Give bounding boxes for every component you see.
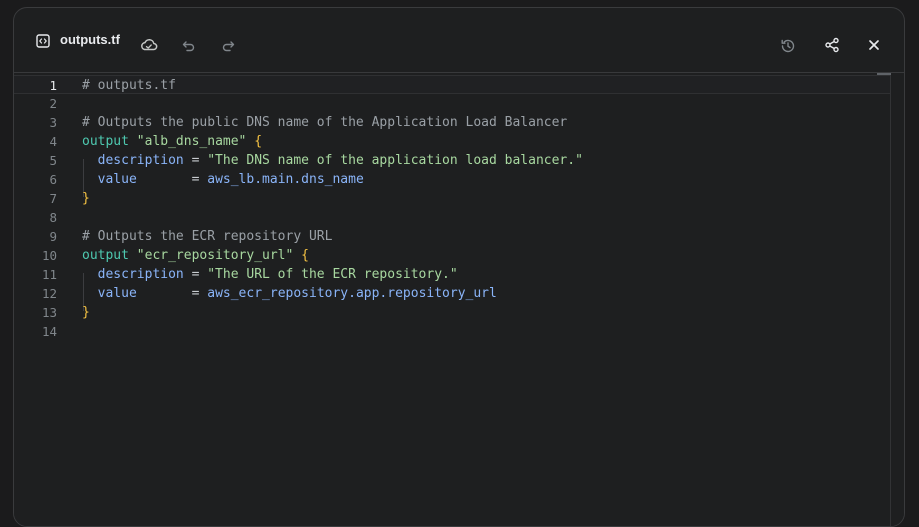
code-token-str: "The DNS name of the application load ba… bbox=[207, 153, 583, 168]
line-number: 8 bbox=[49, 210, 57, 225]
code-token-comment: # Outputs the public DNS name of the App… bbox=[82, 115, 568, 130]
code-token-brace: { bbox=[301, 248, 309, 263]
code-token-attr: description bbox=[97, 153, 184, 168]
code-line[interactable]: 7} bbox=[14, 189, 890, 208]
code-line[interactable]: 1 # outputs.tf bbox=[14, 75, 890, 94]
line-number: 5 bbox=[49, 153, 57, 168]
cloud-icon[interactable] bbox=[140, 38, 158, 56]
code-token-kw: output bbox=[82, 248, 129, 263]
share-icon[interactable] bbox=[824, 37, 842, 55]
line-number: 9 bbox=[49, 229, 57, 244]
code-editor[interactable]: 1 # outputs.tf 2 3 # Outputs the public DNS … bbox=[14, 72, 904, 526]
editor-toolbar: outputs.tf bbox=[14, 8, 904, 72]
code-token-op bbox=[129, 248, 137, 263]
code-editor-panel: outputs.tf 1 # outputs.tf 2 3 # Outputs … bbox=[13, 7, 905, 527]
undo-icon[interactable] bbox=[182, 39, 200, 57]
code-token-op: = bbox=[183, 153, 208, 168]
code-token-comment: # outputs.tf bbox=[82, 78, 176, 93]
code-token-comment: # Outputs the ECR repository URL bbox=[82, 229, 333, 244]
code-line[interactable]: 2 bbox=[14, 94, 890, 113]
code-line[interactable]: 13} bbox=[14, 303, 890, 322]
code-token-op bbox=[82, 172, 98, 187]
close-icon[interactable] bbox=[868, 39, 886, 57]
code-line[interactable]: 8 bbox=[14, 208, 890, 227]
code-line[interactable]: 12 value = aws_ecr_repository.app.reposi… bbox=[14, 284, 890, 303]
redo-icon[interactable] bbox=[221, 39, 239, 57]
code-token-op bbox=[82, 286, 98, 301]
code-text: output "ecr_repository_url" { bbox=[82, 246, 309, 265]
line-number: 4 bbox=[49, 134, 57, 149]
code-text: } bbox=[82, 189, 90, 208]
line-number: 12 bbox=[41, 286, 57, 301]
code-token-op bbox=[129, 134, 137, 149]
code-token-attr: description bbox=[97, 267, 184, 282]
line-number: 6 bbox=[49, 172, 57, 187]
code-token-op bbox=[82, 153, 98, 168]
line-number: 7 bbox=[49, 191, 57, 206]
code-file-icon bbox=[36, 34, 50, 48]
code-token-op: = bbox=[183, 267, 208, 282]
code-token-op: = bbox=[136, 286, 208, 301]
code-line[interactable]: 4 output "alb_dns_name" { bbox=[14, 132, 890, 151]
file-name-tab[interactable]: outputs.tf bbox=[60, 32, 120, 47]
line-number: 14 bbox=[41, 324, 57, 339]
code-text: value = aws_lb.main.dns_name bbox=[82, 170, 364, 189]
code-token-op bbox=[82, 267, 98, 282]
code-token-str: "alb_dns_name" bbox=[136, 134, 247, 149]
code-text: # Outputs the public DNS name of the App… bbox=[82, 113, 567, 132]
code-token-kw: output bbox=[82, 134, 129, 149]
line-number: 2 bbox=[49, 96, 57, 111]
code-token-brace: } bbox=[82, 191, 90, 206]
code-line[interactable]: 6 value = aws_lb.main.dns_name bbox=[14, 170, 890, 189]
code-line[interactable]: 10 output "ecr_repository_url" { bbox=[14, 246, 890, 265]
code-text: # Outputs the ECR repository URL bbox=[82, 227, 332, 246]
code-token-attr: value bbox=[97, 286, 137, 301]
code-token-op bbox=[293, 248, 301, 263]
code-token-str: "The URL of the ECR repository." bbox=[207, 267, 458, 282]
code-line[interactable]: 14 bbox=[14, 322, 890, 341]
line-number: 10 bbox=[41, 248, 57, 263]
code-token-brace: { bbox=[254, 134, 263, 149]
code-line[interactable]: 9 # Outputs the ECR repository URL bbox=[14, 227, 890, 246]
code-text: description = "The URL of the ECR reposi… bbox=[82, 265, 458, 284]
vertical-scrollbar[interactable] bbox=[877, 73, 891, 526]
code-text: # outputs.tf bbox=[82, 76, 176, 95]
line-number: 13 bbox=[41, 305, 57, 320]
code-token-str: "ecr_repository_url" bbox=[136, 248, 294, 263]
code-line[interactable]: 11 description = "The URL of the ECR rep… bbox=[14, 265, 890, 284]
line-number: 1 bbox=[49, 78, 57, 93]
code-text: value = aws_ecr_repository.app.repositor… bbox=[82, 284, 497, 303]
code-token-brace: } bbox=[82, 305, 90, 320]
code-line[interactable]: 5 description = "The DNS name of the app… bbox=[14, 151, 890, 170]
code-token-ref: aws_ecr_repository.app.repository_url bbox=[207, 286, 497, 301]
code-text: description = "The DNS name of the appli… bbox=[82, 151, 583, 170]
history-icon[interactable] bbox=[780, 38, 798, 56]
code-token-op: = bbox=[136, 172, 208, 187]
code-token-ref: aws_lb.main.dns_name bbox=[207, 172, 364, 187]
code-line[interactable]: 3 # Outputs the public DNS name of the Ap… bbox=[14, 113, 890, 132]
line-number: 3 bbox=[49, 115, 57, 130]
code-text: output "alb_dns_name" { bbox=[82, 132, 262, 151]
code-text: } bbox=[82, 303, 90, 322]
line-number: 11 bbox=[41, 267, 57, 282]
code-token-attr: value bbox=[97, 172, 137, 187]
